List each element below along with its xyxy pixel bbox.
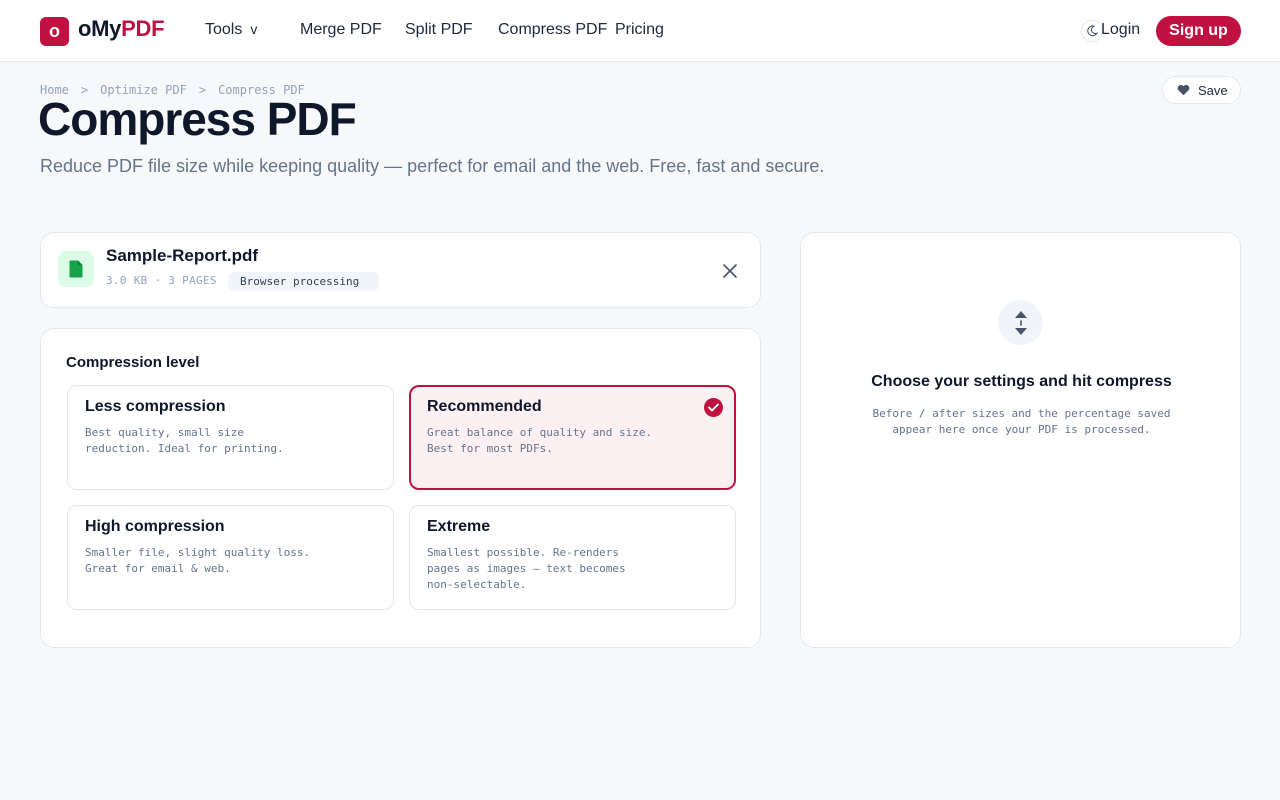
option-description: Best quality, small size reduction. Idea… bbox=[85, 426, 284, 455]
nav-split-pdf[interactable]: Split PDF bbox=[405, 21, 473, 39]
option-recommended[interactable]: Recommended Great balance of quality and… bbox=[409, 385, 736, 490]
compress-arrows-icon bbox=[1014, 310, 1027, 335]
file-name: Sample-Report.pdf bbox=[106, 246, 259, 265]
login-link[interactable]: Login bbox=[1101, 21, 1140, 39]
file-card: Sample-Report.pdf 3.0 KB · 3 PAGES Brows… bbox=[40, 232, 761, 308]
remove-file-button[interactable] bbox=[720, 261, 740, 281]
save-label: Save bbox=[1198, 82, 1228, 98]
result-panel: Choose your settings and hit compress Be… bbox=[800, 232, 1241, 648]
file-icon bbox=[69, 260, 83, 278]
nav-tools-label: Tools bbox=[205, 21, 243, 38]
nav-compress-pdf[interactable]: Compress PDF bbox=[498, 21, 607, 39]
theme-toggle-button[interactable] bbox=[1081, 20, 1103, 42]
file-meta: 3.0 KB · 3 PAGES bbox=[106, 274, 217, 287]
selected-check-icon bbox=[704, 398, 723, 417]
nav-merge-pdf[interactable]: Merge PDF bbox=[300, 21, 382, 39]
option-high-compression[interactable]: High compression Smaller file, slight qu… bbox=[67, 505, 394, 610]
logo-wordmark[interactable]: oMyPDF bbox=[78, 16, 165, 42]
option-description: Great balance of quality and size. Best … bbox=[427, 426, 653, 455]
option-description: Smaller file, slight quality loss. Great… bbox=[85, 546, 311, 575]
option-extreme[interactable]: Extreme Smallest possible. Re-renders pa… bbox=[409, 505, 736, 610]
option-title: Less compression bbox=[85, 398, 226, 415]
nav-pricing[interactable]: Pricing bbox=[615, 21, 664, 39]
page-subtitle: Reduce PDF file size while keeping quali… bbox=[40, 156, 825, 176]
option-title: Extreme bbox=[427, 518, 491, 535]
heart-icon bbox=[1177, 84, 1190, 96]
option-description: Smallest possible. Re-renders pages as i… bbox=[427, 546, 626, 591]
result-icon-container bbox=[998, 300, 1043, 345]
nav-tools-menu[interactable]: Tools v bbox=[205, 21, 257, 39]
compression-level-label: Compression level bbox=[66, 354, 200, 371]
option-title: High compression bbox=[85, 518, 225, 535]
result-title: Choose your settings and hit compress bbox=[871, 373, 1172, 390]
page-title: Compress PDF bbox=[38, 93, 357, 145]
moon-icon bbox=[1087, 25, 1098, 37]
option-less-compression[interactable]: Less compression Best quality, small siz… bbox=[67, 385, 394, 490]
logo-main: oMy bbox=[78, 16, 122, 41]
result-description: Before / after sizes and the percentage … bbox=[801, 406, 1242, 438]
option-title: Recommended bbox=[427, 398, 542, 415]
signup-button[interactable]: Sign up bbox=[1156, 16, 1241, 46]
logo-accent: PDF bbox=[121, 16, 165, 41]
processing-badge: Browser processing bbox=[228, 272, 379, 291]
logo-mark[interactable]: o bbox=[40, 17, 69, 46]
chevron-down-icon: v bbox=[250, 21, 258, 37]
compression-panel: Compression level Less compression Best … bbox=[40, 328, 761, 648]
check-icon bbox=[708, 403, 719, 412]
result-text: Before / after sizes and the percentage … bbox=[872, 407, 1171, 436]
save-button[interactable]: Save bbox=[1162, 76, 1241, 104]
file-icon-container bbox=[58, 251, 94, 287]
close-icon bbox=[723, 264, 737, 278]
top-navbar: o oMyPDF Tools v Merge PDF Split PDF Comp… bbox=[0, 0, 1280, 62]
